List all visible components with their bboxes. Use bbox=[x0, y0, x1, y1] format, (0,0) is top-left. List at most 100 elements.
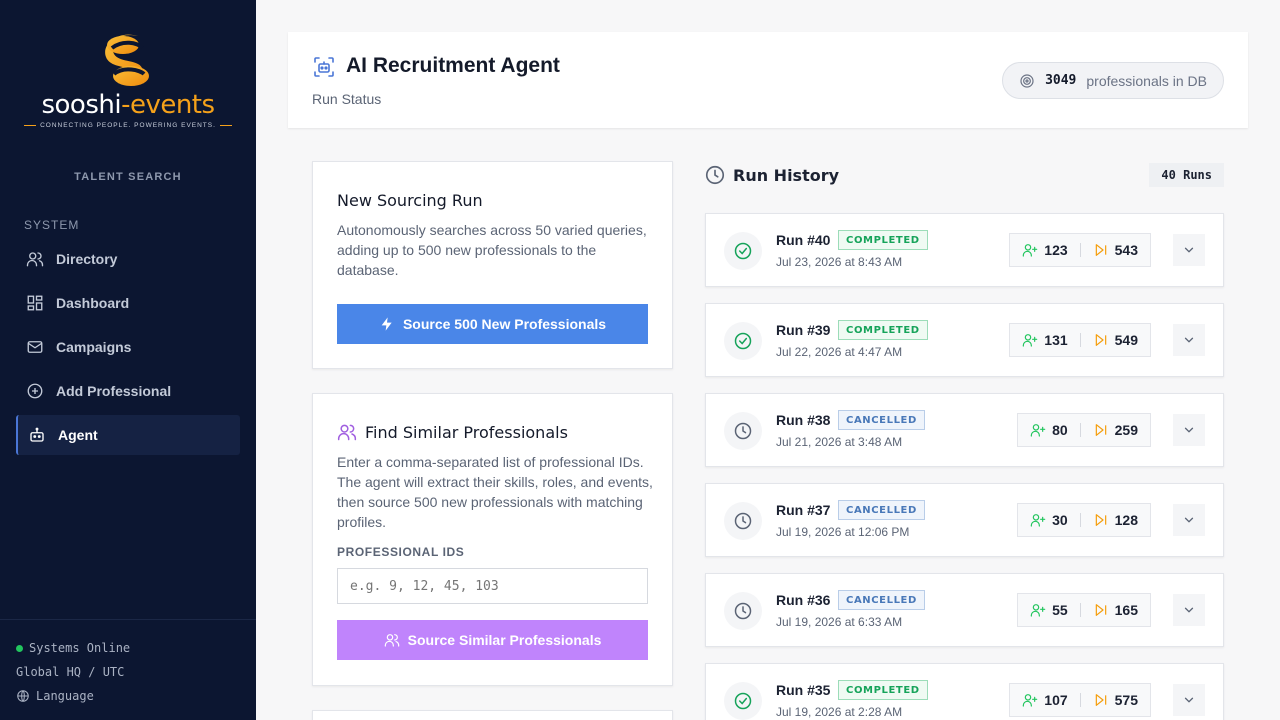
expand-run-button[interactable] bbox=[1173, 684, 1205, 716]
check-circle-icon bbox=[734, 692, 752, 710]
chevron-down-icon bbox=[1184, 337, 1194, 343]
clock-status-icon bbox=[734, 602, 752, 620]
run-title: Run #40 bbox=[776, 232, 831, 248]
stats-divider bbox=[1079, 243, 1081, 257]
agent-scan-icon bbox=[314, 57, 334, 77]
system-status-label: Systems Online bbox=[29, 641, 131, 655]
run-status-badge: COMPLETED bbox=[838, 320, 928, 340]
run-stats: 30 128 bbox=[1017, 503, 1151, 537]
stats-divider bbox=[1079, 333, 1081, 347]
run-title: Run #36 bbox=[776, 592, 831, 608]
run-skipped-count: 575 bbox=[1114, 692, 1138, 708]
professional-ids-input[interactable] bbox=[337, 568, 648, 604]
sidebar-item-agent[interactable]: Agent bbox=[16, 415, 240, 455]
section-talent-search: TALENT SEARCH bbox=[74, 171, 182, 183]
logo-mark-icon bbox=[105, 34, 149, 86]
skip-forward-icon bbox=[1095, 424, 1106, 436]
run-status-badge: CANCELLED bbox=[838, 590, 925, 610]
language-selector[interactable]: Language bbox=[16, 684, 240, 708]
sidebar-item-label: Dashboard bbox=[56, 295, 130, 311]
brand-logo[interactable]: sooshi-events CONNECTING PEOPLE. POWERIN… bbox=[0, 30, 256, 129]
run-status-badge: COMPLETED bbox=[838, 230, 928, 250]
run-skipped-count: 259 bbox=[1114, 422, 1138, 438]
user-plus-icon bbox=[1030, 424, 1046, 437]
system-status: Systems Online bbox=[16, 636, 240, 660]
skip-forward-icon bbox=[1095, 694, 1106, 706]
skip-forward-icon bbox=[1095, 244, 1106, 256]
run-date: Jul 22, 2026 at 4:47 AM bbox=[776, 345, 903, 359]
sidebar-item-label: Agent bbox=[58, 427, 98, 443]
run-status-icon-wrap bbox=[724, 592, 762, 630]
clock-icon bbox=[705, 165, 725, 185]
sidebar-item-directory[interactable]: Directory bbox=[16, 239, 240, 279]
expand-run-button[interactable] bbox=[1173, 594, 1205, 626]
run-added-count: 80 bbox=[1052, 422, 1068, 438]
user-plus-icon bbox=[1030, 514, 1046, 527]
run-title: Run #37 bbox=[776, 502, 831, 518]
target-icon bbox=[1020, 73, 1034, 88]
chevron-down-icon bbox=[1184, 697, 1194, 703]
chevron-down-icon bbox=[1184, 247, 1194, 253]
run-added-count: 55 bbox=[1052, 602, 1068, 618]
source-new-button-label: Source 500 New Professionals bbox=[402, 316, 607, 332]
run-history-header: Run History 40 Runs bbox=[704, 162, 1224, 188]
mail-icon bbox=[27, 341, 43, 353]
brand-word-main: sooshi bbox=[41, 90, 122, 120]
run-skipped-count: 165 bbox=[1114, 602, 1138, 618]
language-label: Language bbox=[36, 689, 94, 703]
sidebar-item-campaigns[interactable]: Campaigns bbox=[16, 327, 240, 367]
source-new-button[interactable]: Source 500 New Professionals bbox=[337, 304, 648, 344]
clock-status-icon bbox=[734, 422, 752, 440]
expand-run-button[interactable] bbox=[1173, 234, 1205, 266]
run-history-title: Run History bbox=[733, 166, 840, 185]
page-subtitle: Run Status bbox=[312, 91, 382, 107]
run-item[interactable]: Run #40 COMPLETED Jul 23, 2026 at 8:43 A… bbox=[705, 213, 1224, 287]
run-title: Run #38 bbox=[776, 412, 831, 428]
similar-title: Find Similar Professionals bbox=[365, 423, 568, 442]
run-item[interactable]: Run #36 CANCELLED Jul 19, 2026 at 6:33 A… bbox=[705, 573, 1224, 647]
source-similar-button-label: Source Similar Professionals bbox=[407, 632, 602, 648]
run-item[interactable]: Run #38 CANCELLED Jul 21, 2026 at 3:48 A… bbox=[705, 393, 1224, 467]
sidebar-item-label: Directory bbox=[56, 251, 118, 267]
run-added-count: 123 bbox=[1044, 242, 1068, 258]
expand-run-button[interactable] bbox=[1173, 504, 1205, 536]
run-status-icon-wrap bbox=[724, 322, 762, 360]
expand-run-button[interactable] bbox=[1173, 324, 1205, 356]
skip-forward-icon bbox=[1095, 604, 1106, 616]
chevron-down-icon bbox=[1184, 427, 1194, 433]
brand-tagline: CONNECTING PEOPLE. POWERING EVENTS. bbox=[0, 122, 256, 129]
run-status-icon-wrap bbox=[724, 502, 762, 540]
run-added-count: 131 bbox=[1044, 332, 1068, 348]
run-status-badge: CANCELLED bbox=[838, 500, 925, 520]
source-similar-button[interactable]: Source Similar Professionals bbox=[337, 620, 648, 660]
chevron-down-icon bbox=[1184, 607, 1194, 613]
db-count-label: professionals in DB bbox=[1086, 72, 1207, 89]
users-similar-icon bbox=[337, 424, 357, 441]
run-date: Jul 23, 2026 at 8:43 AM bbox=[776, 255, 903, 269]
run-status-icon-wrap bbox=[724, 412, 762, 450]
stats-divider bbox=[1079, 693, 1081, 707]
run-date: Jul 19, 2026 at 6:33 AM bbox=[776, 615, 903, 629]
check-circle-icon bbox=[734, 332, 752, 350]
run-item[interactable]: Run #37 CANCELLED Jul 19, 2026 at 12:06 … bbox=[705, 483, 1224, 557]
page-title: AI Recruitment Agent bbox=[346, 54, 560, 77]
run-title: Run #35 bbox=[776, 682, 831, 698]
sidebar-item-add-professional[interactable]: Add Professional bbox=[16, 371, 240, 411]
run-item[interactable]: Run #35 COMPLETED Jul 19, 2026 at 2:28 A… bbox=[705, 663, 1224, 720]
stats-divider bbox=[1079, 603, 1081, 617]
user-plus-icon bbox=[1023, 694, 1038, 707]
expand-run-button[interactable] bbox=[1173, 414, 1205, 446]
db-count-badge: 3049 professionals in DB bbox=[1002, 62, 1224, 99]
lightning-icon bbox=[381, 317, 392, 331]
run-stats: 123 543 bbox=[1009, 233, 1151, 267]
user-plus-icon bbox=[1023, 244, 1038, 257]
sidebar-item-dashboard[interactable]: Dashboard bbox=[16, 283, 240, 323]
run-date: Jul 21, 2026 at 3:48 AM bbox=[776, 435, 903, 449]
skip-forward-icon bbox=[1095, 334, 1106, 346]
brand-word-accent: -events bbox=[121, 90, 215, 120]
users-icon bbox=[26, 252, 44, 267]
run-status-icon-wrap bbox=[724, 682, 762, 720]
run-item[interactable]: Run #39 COMPLETED Jul 22, 2026 at 4:47 A… bbox=[705, 303, 1224, 377]
dashboard-icon bbox=[27, 295, 43, 311]
clock-status-icon bbox=[734, 512, 752, 530]
